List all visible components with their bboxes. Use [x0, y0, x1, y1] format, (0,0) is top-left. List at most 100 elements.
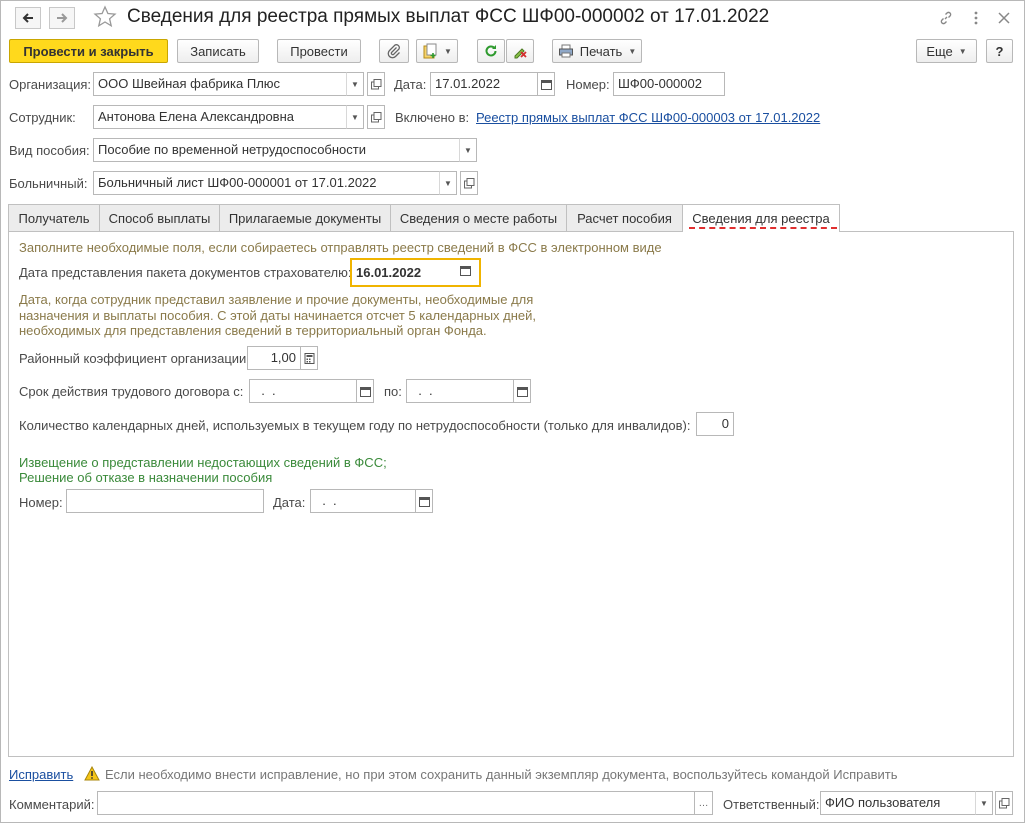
benefit-type-label: Вид пособия:	[9, 143, 90, 158]
attachment-button[interactable]	[379, 39, 409, 63]
chevron-down-icon: ▼	[351, 112, 359, 122]
post-and-close-button[interactable]: Провести и закрыть	[9, 39, 168, 63]
disability-days-label: Количество календарных дней, используемы…	[19, 418, 691, 433]
paperclip-icon	[387, 44, 400, 59]
notice-date-calendar-button[interactable]	[415, 489, 433, 513]
organization-field[interactable]: ООО Швейная фабрика Плюс	[93, 72, 347, 96]
employee-open-button[interactable]	[367, 105, 385, 129]
tab-recipient[interactable]: Получатель	[8, 204, 100, 231]
number-field[interactable]: ШФ00-000002	[613, 72, 725, 96]
close-icon[interactable]	[993, 7, 1015, 29]
contract-to-calendar-button[interactable]	[513, 379, 531, 403]
date-field[interactable]: 17.01.2022	[430, 72, 539, 96]
sick-leave-dropdown-button[interactable]: ▼	[439, 171, 457, 195]
docs-date-label: Дата представления пакета документов стр…	[19, 265, 352, 280]
calendar-icon	[540, 79, 552, 90]
benefit-type-dropdown-button[interactable]: ▼	[459, 138, 477, 162]
create-based-on-button[interactable]: ▼	[416, 39, 458, 63]
help-button[interactable]: ?	[986, 39, 1013, 63]
print-button[interactable]: Печать ▼	[552, 39, 642, 63]
chevron-down-icon: ▼	[444, 178, 452, 188]
contract-to-field[interactable]: . .	[406, 379, 515, 403]
tab-attached-documents[interactable]: Прилагаемые документы	[219, 204, 391, 231]
included-in-label: Включено в:	[395, 110, 470, 125]
contract-period-label: Срок действия трудового договора с:	[19, 384, 244, 399]
responsible-open-button[interactable]	[995, 791, 1013, 815]
chevron-down-icon: ▼	[351, 79, 359, 89]
disability-days-field[interactable]: 0	[696, 412, 734, 436]
comment-more-button[interactable]: …	[694, 791, 713, 815]
fix-link[interactable]: Исправить	[9, 767, 73, 782]
spellcheck-underline	[689, 227, 837, 229]
sick-leave-label: Больничный:	[9, 176, 88, 191]
warning-icon	[84, 766, 100, 781]
sick-leave-field[interactable]: Больничный лист ШФ00-000001 от 17.01.202…	[93, 171, 440, 195]
calendar-icon	[460, 266, 471, 276]
sick-leave-open-button[interactable]	[460, 171, 478, 195]
more-vertical-icon[interactable]	[965, 7, 987, 29]
calendar-icon	[516, 386, 528, 397]
notice-date-label: Дата:	[273, 495, 306, 510]
notice-line-1: Извещение о представлении недостающих св…	[19, 455, 387, 470]
intro-hint: Заполните необходимые поля, если собирае…	[19, 240, 662, 255]
docs-hint-line-2: назначения и выплаты пособия. С этой дат…	[19, 308, 537, 323]
regional-coef-field[interactable]: 1,00	[247, 346, 301, 370]
notice-number-field[interactable]	[66, 489, 264, 513]
organization-label: Организация:	[9, 77, 92, 92]
docs-date-calendar-button[interactable]	[460, 265, 472, 277]
regional-coef-calculator-button[interactable]	[300, 346, 318, 370]
chevron-down-icon: ▼	[444, 46, 452, 56]
docs-hint-line-1: Дата, когда сотрудник представил заявлен…	[19, 292, 534, 307]
fix-hint: Если необходимо внести исправление, но п…	[105, 767, 898, 782]
tab-benefit-calculation[interactable]: Расчет пособия	[566, 204, 683, 231]
post-button[interactable]: Провести	[277, 39, 361, 63]
notice-line-2: Решение об отказе в назначении пособия	[19, 470, 273, 485]
comment-field[interactable]	[97, 791, 696, 815]
responsible-field[interactable]: ФИО пользователя	[820, 791, 976, 815]
back-button[interactable]	[15, 7, 41, 29]
notice-number-label: Номер:	[19, 495, 63, 510]
refresh-icon	[485, 45, 497, 57]
more-button[interactable]: Еще ▼	[916, 39, 977, 63]
chevron-down-icon: ▼	[958, 46, 967, 56]
chevron-down-icon: ▼	[628, 46, 637, 56]
notice-date-field[interactable]: . .	[310, 489, 417, 513]
document-window: Сведения для реестра прямых выплат ФСС Ш…	[0, 0, 1025, 823]
contract-from-field[interactable]: . .	[249, 379, 358, 403]
date-label: Дата:	[394, 77, 427, 92]
favorite-star-icon[interactable]	[93, 5, 117, 29]
cancel-posting-button[interactable]	[506, 39, 534, 63]
tab-payment-method[interactable]: Способ выплаты	[99, 204, 220, 231]
save-button[interactable]: Записать	[177, 39, 259, 63]
refresh-button[interactable]	[477, 39, 505, 63]
date-calendar-button[interactable]	[537, 72, 555, 96]
organization-open-button[interactable]	[367, 72, 385, 96]
open-form-icon	[463, 177, 474, 188]
employee-label: Сотрудник:	[9, 110, 76, 125]
registry-link[interactable]: Реестр прямых выплат ФСС ШФ00-000003 от …	[476, 110, 820, 125]
employee-field[interactable]: Антонова Елена Александровна	[93, 105, 347, 129]
link-icon[interactable]	[935, 7, 957, 29]
chevron-down-icon: ▼	[980, 798, 988, 808]
calculator-icon	[304, 352, 314, 364]
responsible-dropdown-button[interactable]: ▼	[975, 791, 993, 815]
calendar-icon	[359, 386, 371, 397]
tab-workplace-info[interactable]: Сведения о месте работы	[390, 204, 567, 231]
calendar-icon	[418, 496, 430, 507]
arrow-right-icon	[57, 13, 68, 23]
forward-button[interactable]	[49, 7, 75, 29]
arrow-left-icon	[22, 13, 33, 23]
chevron-down-icon: ▼	[464, 145, 472, 155]
employee-dropdown-button[interactable]: ▼	[346, 105, 364, 129]
benefit-type-field[interactable]: Пособие по временной нетрудоспособности	[93, 138, 460, 162]
docs-hint-line-3: необходимых для представления сведений в…	[19, 323, 487, 338]
organization-dropdown-button[interactable]: ▼	[346, 72, 364, 96]
printer-icon	[558, 44, 573, 58]
unpost-icon	[514, 48, 527, 59]
contract-to-label: по:	[384, 384, 402, 399]
contract-from-calendar-button[interactable]	[356, 379, 374, 403]
responsible-label: Ответственный:	[723, 797, 820, 812]
comment-label: Комментарий:	[9, 797, 95, 812]
ellipsis-icon: …	[698, 797, 709, 809]
document-create-icon	[423, 43, 437, 59]
